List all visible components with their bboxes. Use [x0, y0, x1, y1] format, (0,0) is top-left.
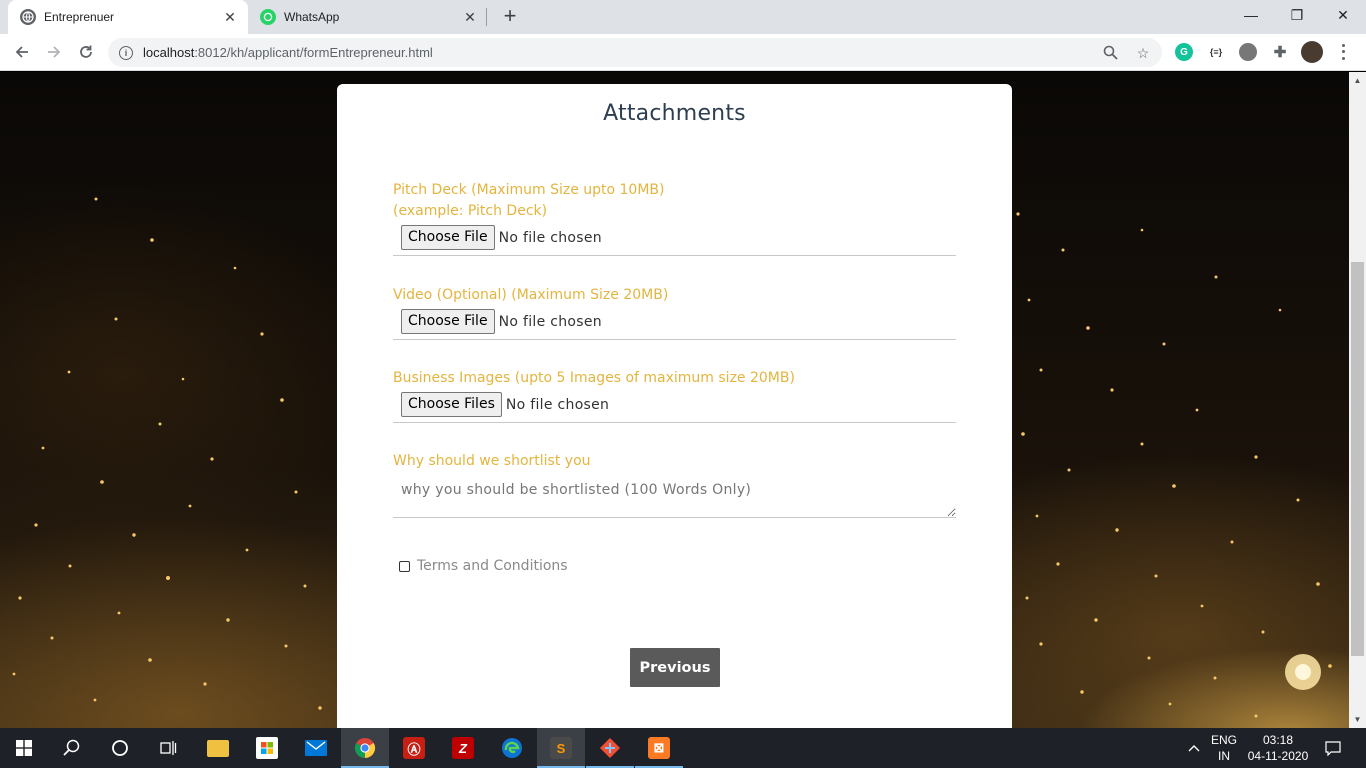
- file-explorer-button[interactable]: [194, 728, 242, 768]
- mail-button[interactable]: [292, 728, 340, 768]
- acrobat-icon: Ⓐ: [403, 737, 425, 759]
- tab-title: WhatsApp: [284, 10, 340, 24]
- attachments-form-card: Attachments Pitch Deck (Maximum Size upt…: [337, 84, 1012, 728]
- extensions-puzzle-icon[interactable]: ✚: [1271, 43, 1289, 61]
- close-window-button[interactable]: ✕: [1320, 0, 1366, 30]
- globe-icon: [20, 9, 36, 25]
- previous-button[interactable]: Previous: [630, 648, 720, 687]
- video-label: Video (Optional) (Maximum Size 20MB): [393, 287, 669, 303]
- store-button[interactable]: [243, 728, 291, 768]
- tab-divider: [486, 8, 487, 26]
- terms-checkbox[interactable]: [399, 560, 410, 572]
- address-bar[interactable]: i localhost:8012/kh/applicant/formEntrep…: [108, 38, 1162, 67]
- forward-button[interactable]: [41, 39, 67, 65]
- tab-title: Entreprenuer: [44, 10, 115, 24]
- choose-file-button[interactable]: Choose File: [401, 225, 495, 250]
- shortlist-label: Why should we shortlist you: [393, 453, 591, 469]
- file-status: No file chosen: [498, 313, 602, 330]
- sublime-button[interactable]: S: [537, 728, 585, 768]
- scrollbar-thumb[interactable]: [1351, 262, 1364, 656]
- windows-taskbar: Ⓐ Z S ⊠ ENG IN 03:18 04-11-2020: [0, 728, 1366, 768]
- chrome-icon: [354, 738, 376, 759]
- sublime-icon: S: [550, 737, 572, 759]
- file-status: No file chosen: [505, 396, 610, 413]
- new-tab-button[interactable]: +: [498, 5, 522, 29]
- browser-toolbar: i localhost:8012/kh/applicant/formEntrep…: [0, 34, 1366, 71]
- edge-icon: [502, 738, 522, 758]
- search-button[interactable]: [48, 728, 96, 768]
- language-indicator[interactable]: ENG IN: [1206, 732, 1242, 764]
- xampp-button[interactable]: ⊠: [635, 728, 683, 768]
- notification-center-icon[interactable]: [1322, 728, 1344, 768]
- page-background: Attachments Pitch Deck (Maximum Size upt…: [0, 72, 1349, 728]
- clock-date: 04-11-2020: [1247, 749, 1309, 763]
- grammarly-icon[interactable]: G: [1175, 43, 1193, 61]
- pitch-deck-field: Pitch Deck (Maximum Size upto 10MB) (exa…: [393, 180, 956, 256]
- video-file-input[interactable]: Choose File No file chosen: [393, 308, 956, 340]
- forward-arrow-icon: [48, 46, 61, 58]
- file-status: No file chosen: [498, 229, 602, 246]
- minimize-button[interactable]: —: [1228, 0, 1274, 30]
- video-field: Video (Optional) (Maximum Size 20MB) Cho…: [393, 285, 956, 340]
- system-clock[interactable]: 03:18 04-11-2020: [1238, 732, 1318, 764]
- chrome-button[interactable]: [341, 728, 389, 768]
- bookmark-star-icon[interactable]: ☆: [1135, 45, 1151, 61]
- terms-row: Terms and Conditions: [399, 558, 568, 574]
- task-view-icon: [160, 741, 177, 755]
- reload-icon: [80, 45, 92, 58]
- scroll-down-arrow-icon[interactable]: ▼: [1349, 711, 1366, 728]
- reload-button[interactable]: [73, 39, 99, 65]
- close-tab-icon[interactable]: ✕: [462, 9, 478, 25]
- xampp-icon: ⊠: [648, 737, 670, 759]
- json-viewer-icon[interactable]: {≡}: [1207, 43, 1225, 61]
- site-info-icon[interactable]: i: [119, 45, 133, 60]
- business-images-field: Business Images (upto 5 Images of maximu…: [393, 368, 956, 423]
- zoom-icon[interactable]: [1102, 45, 1118, 61]
- store-icon: [256, 737, 278, 759]
- extension-circle-icon[interactable]: [1239, 43, 1257, 61]
- cortana-icon: [112, 740, 128, 756]
- pitch-deck-label: Pitch Deck (Maximum Size upto 10MB): [393, 182, 665, 198]
- close-tab-icon[interactable]: ✕: [222, 9, 238, 25]
- language-code: ENG: [1210, 733, 1237, 747]
- url-text: localhost:8012/kh/applicant/formEntrepre…: [143, 45, 433, 60]
- shortlist-textarea[interactable]: [393, 474, 956, 518]
- business-images-label: Business Images (upto 5 Images of maximu…: [393, 370, 795, 386]
- shortlist-field: Why should we shortlist you: [393, 451, 956, 523]
- chrome-menu-icon[interactable]: [1338, 42, 1348, 62]
- mail-icon: [305, 740, 327, 756]
- tab-entreprenuer[interactable]: Entreprenuer ✕: [8, 0, 248, 34]
- cortana-button[interactable]: [96, 728, 144, 768]
- choose-files-button[interactable]: Choose Files: [401, 392, 502, 417]
- clock-time: 03:18: [1262, 733, 1294, 747]
- acrobat-button[interactable]: Ⓐ: [390, 728, 438, 768]
- page-scrollbar[interactable]: ▲ ▼: [1349, 72, 1366, 728]
- back-button[interactable]: [9, 39, 35, 65]
- filezilla-icon: Z: [452, 737, 474, 759]
- browser-tab-strip: Entreprenuer ✕ WhatsApp ✕ + — ❐ ✕: [0, 0, 1366, 34]
- edge-button[interactable]: [488, 728, 536, 768]
- profile-avatar[interactable]: [1301, 41, 1323, 63]
- tray-overflow-chevron-icon[interactable]: [1185, 728, 1203, 768]
- back-arrow-icon: [15, 46, 28, 58]
- whatsapp-icon: [260, 9, 276, 25]
- pitch-deck-file-input[interactable]: Choose File No file chosen: [393, 224, 956, 256]
- pitch-deck-example-label: (example: Pitch Deck): [393, 203, 548, 219]
- form-title: Attachments: [603, 101, 746, 126]
- region-code: IN: [1218, 749, 1230, 763]
- business-images-file-input[interactable]: Choose Files No file chosen: [393, 391, 956, 423]
- tab-whatsapp[interactable]: WhatsApp ✕: [248, 0, 488, 34]
- restore-button[interactable]: ❐: [1274, 0, 1320, 30]
- start-button[interactable]: [0, 728, 48, 768]
- terms-label[interactable]: Terms and Conditions: [417, 558, 568, 574]
- filezilla-button[interactable]: Z: [439, 728, 487, 768]
- git-icon: [600, 738, 620, 758]
- scroll-up-arrow-icon[interactable]: ▲: [1349, 72, 1366, 89]
- choose-file-button[interactable]: Choose File: [401, 309, 495, 334]
- search-icon: [63, 739, 80, 756]
- git-button[interactable]: [586, 728, 634, 768]
- task-view-button[interactable]: [144, 728, 192, 768]
- file-explorer-icon: [207, 739, 229, 757]
- windows-logo-icon: [16, 740, 32, 756]
